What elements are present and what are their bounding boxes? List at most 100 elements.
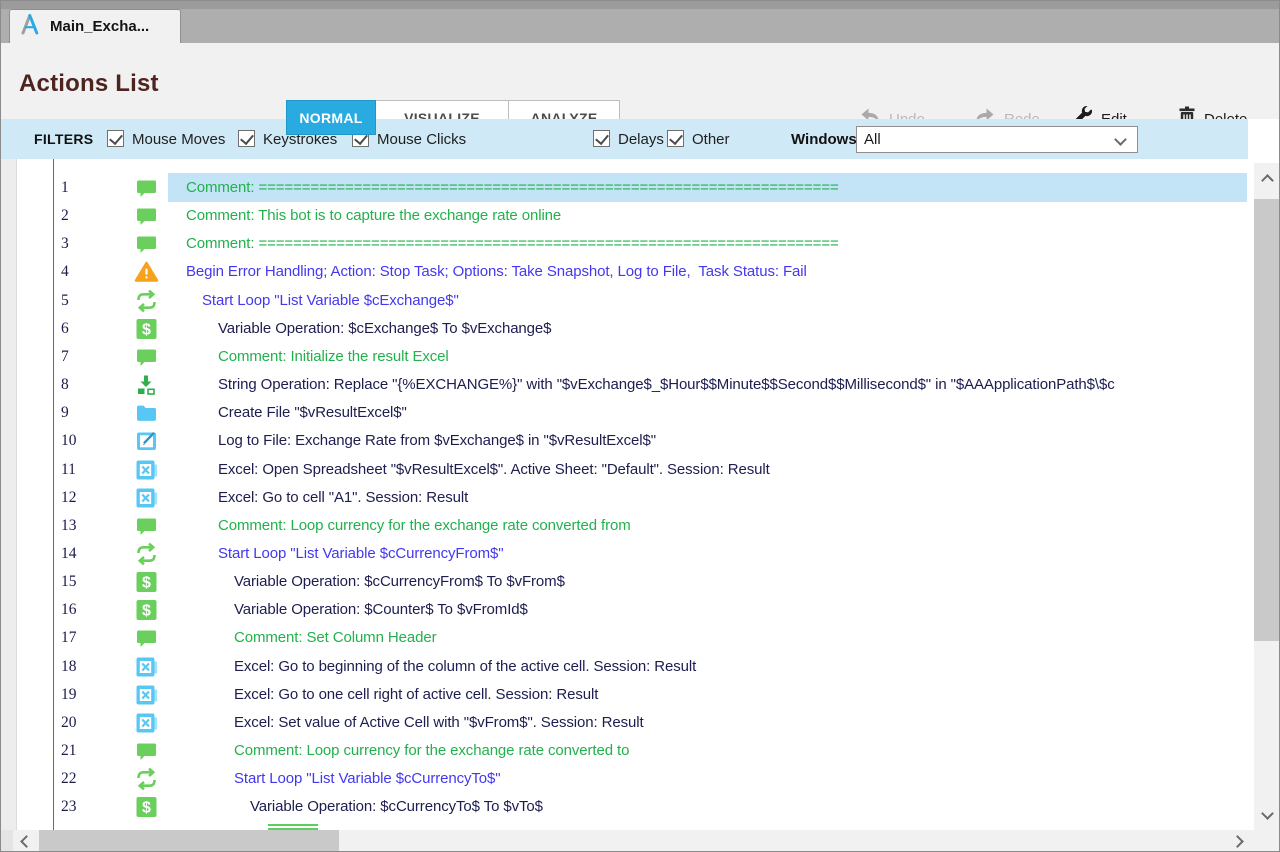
action-row[interactable]: 13 Comment: Loop currency for the exchan… (1, 511, 1251, 540)
loop-icon (134, 767, 160, 791)
chevron-right-icon (1231, 835, 1244, 848)
windows-dropdown-value: All (864, 131, 881, 148)
action-row[interactable]: 21 Comment: Loop currency for the exchan… (1, 736, 1251, 765)
action-text: Start Loop "List Variable $cExchange$" (202, 286, 459, 315)
create-file-folder-icon (134, 401, 160, 425)
excel-icon (134, 486, 160, 510)
filter-bar: FILTERS Mouse MovesKeystrokesMouse Click… (1, 119, 1248, 159)
action-row[interactable]: 19 Excel: Go to one cell right of active… (1, 680, 1251, 709)
string-operation-icon (134, 373, 160, 397)
comment-icon (134, 739, 160, 763)
delays-label: Delays (618, 131, 664, 148)
action-row[interactable]: 22 Start Loop "List Variable $cCurrencyT… (1, 764, 1251, 793)
comment-icon (134, 204, 160, 228)
action-row[interactable]: 6 $Variable Operation: $cExchange$ To $v… (1, 314, 1251, 343)
action-row[interactable]: 20 Excel: Set value of Active Cell with … (1, 708, 1251, 737)
actions-list: 1 Comment: =============================… (1, 159, 1280, 830)
line-number: 23 (61, 792, 77, 821)
action-row[interactable]: 23 $Variable Operation: $cCurrencyTo$ To… (1, 792, 1251, 821)
action-text: Variable Operation: $cCurrencyFrom$ To $… (234, 567, 565, 596)
action-row[interactable]: 12 Excel: Go to cell "A1". Session: Resu… (1, 483, 1251, 512)
comment-icon (134, 345, 160, 369)
loop-icon (134, 289, 160, 313)
comment-icon (134, 176, 160, 200)
action-row[interactable]: 8 String Operation: Replace "{%EXCHANGE%… (1, 370, 1251, 399)
line-number: 16 (61, 595, 77, 624)
other-label: Other (692, 131, 730, 148)
action-text: Comment: ===============================… (186, 229, 839, 258)
comment-icon (134, 514, 160, 538)
chevron-down-icon (1114, 133, 1127, 146)
action-row[interactable]: 5 Start Loop "List Variable $cExchange$" (1, 286, 1251, 315)
action-row[interactable]: 16 $Variable Operation: $Counter$ To $vF… (1, 595, 1251, 624)
action-text: Excel: Go to beginning of the column of … (234, 652, 696, 681)
delays-checkbox[interactable] (593, 130, 610, 147)
action-row[interactable]: 10 Log to File: Exchange Rate from $vExc… (1, 426, 1251, 455)
bottom-left-spacer (1, 830, 13, 852)
line-number: 11 (61, 455, 76, 484)
action-text: Comment: This bot is to capture the exch… (186, 201, 561, 230)
horizontal-scrollbar[interactable] (13, 830, 1254, 852)
action-row[interactable]: 4 Begin Error Handling; Action: Stop Tas… (1, 257, 1251, 286)
action-row-partial[interactable] (1, 820, 1251, 830)
windows-dropdown[interactable]: All (856, 126, 1138, 153)
chevron-down-icon (1261, 807, 1274, 820)
action-text: Start Loop "List Variable $cCurrencyFrom… (218, 539, 503, 568)
chevron-up-icon (1261, 174, 1274, 187)
vertical-scrollbar-thumb[interactable] (1254, 199, 1280, 641)
action-text: Excel: Go to cell "A1". Session: Result (218, 483, 468, 512)
task-tab[interactable]: Main_Excha... (9, 9, 181, 43)
mouse-moves-checkbox[interactable] (107, 130, 124, 147)
vertical-scrollbar[interactable] (1254, 163, 1280, 830)
action-text: Comment: Set Column Header (234, 623, 437, 652)
line-number: 13 (61, 511, 77, 540)
action-row[interactable]: 7 Comment: Initialize the result Excel (1, 342, 1251, 371)
filters-label: FILTERS (34, 131, 93, 147)
excel-icon (134, 683, 160, 707)
line-number: 6 (61, 314, 69, 343)
excel-icon (134, 711, 160, 735)
action-row[interactable]: 3 Comment: =============================… (1, 229, 1251, 258)
header: Actions List NORMALVISUALIZEANALYZE Undo… (1, 43, 1280, 119)
line-number: 18 (61, 652, 77, 681)
action-text: Variable Operation: $cCurrencyTo$ To $vT… (250, 792, 543, 821)
variable-operation-icon: $ (134, 598, 160, 622)
line-number: 17 (61, 623, 77, 652)
svg-text:$: $ (142, 575, 151, 592)
scroll-left-button[interactable] (13, 830, 39, 852)
action-row[interactable]: 18 Excel: Go to beginning of the column … (1, 652, 1251, 681)
line-number: 9 (61, 398, 69, 427)
action-text: Excel: Open Spreadsheet "$vResultExcel$"… (218, 455, 770, 484)
chevron-left-icon (20, 835, 33, 848)
scroll-up-button[interactable] (1254, 167, 1280, 193)
action-text: Comment: Loop currency for the exchange … (234, 736, 629, 765)
scroll-down-button[interactable] (1254, 800, 1280, 826)
svg-text:$: $ (142, 321, 151, 338)
line-number: 3 (61, 229, 69, 258)
action-row[interactable]: 2 Comment: This bot is to capture the ex… (1, 201, 1251, 230)
excel-icon (134, 655, 160, 679)
comment-icon (134, 232, 160, 256)
action-row[interactable]: 1 Comment: =============================… (1, 173, 1251, 202)
line-number: 15 (61, 567, 77, 596)
task-editor-window: Main_Excha... Actions List NORMALVISUALI… (0, 0, 1280, 852)
mouse-clicks-label: Mouse Clicks (377, 131, 466, 148)
action-row[interactable]: 11 Excel: Open Spreadsheet "$vResultExce… (1, 455, 1251, 484)
action-row[interactable]: 15 $ Variable Operation: $cCurrencyFrom$ … (1, 567, 1251, 596)
mode-normal-button[interactable]: NORMAL (286, 100, 376, 135)
action-row[interactable]: 9 Create File "$vResultExcel$" (1, 398, 1251, 427)
line-number: 14 (61, 539, 77, 568)
scrollbar-corner (1254, 830, 1280, 852)
other-checkbox[interactable] (667, 130, 684, 147)
action-row[interactable]: 17 Comment: Set Column Header (1, 623, 1251, 652)
action-row[interactable]: 14 Start Loop "List Variable $cCurrencyF… (1, 539, 1251, 568)
line-number: 4 (61, 257, 69, 286)
svg-text:$: $ (142, 603, 151, 620)
keystrokes-checkbox[interactable] (238, 130, 255, 147)
excel-icon (134, 458, 160, 482)
page-title: Actions List (19, 70, 159, 98)
error-warning-icon (134, 260, 160, 284)
horizontal-scrollbar-thumb[interactable] (39, 830, 339, 852)
scroll-right-button[interactable] (1224, 830, 1250, 852)
action-text: Begin Error Handling; Action: Stop Task;… (186, 257, 807, 286)
